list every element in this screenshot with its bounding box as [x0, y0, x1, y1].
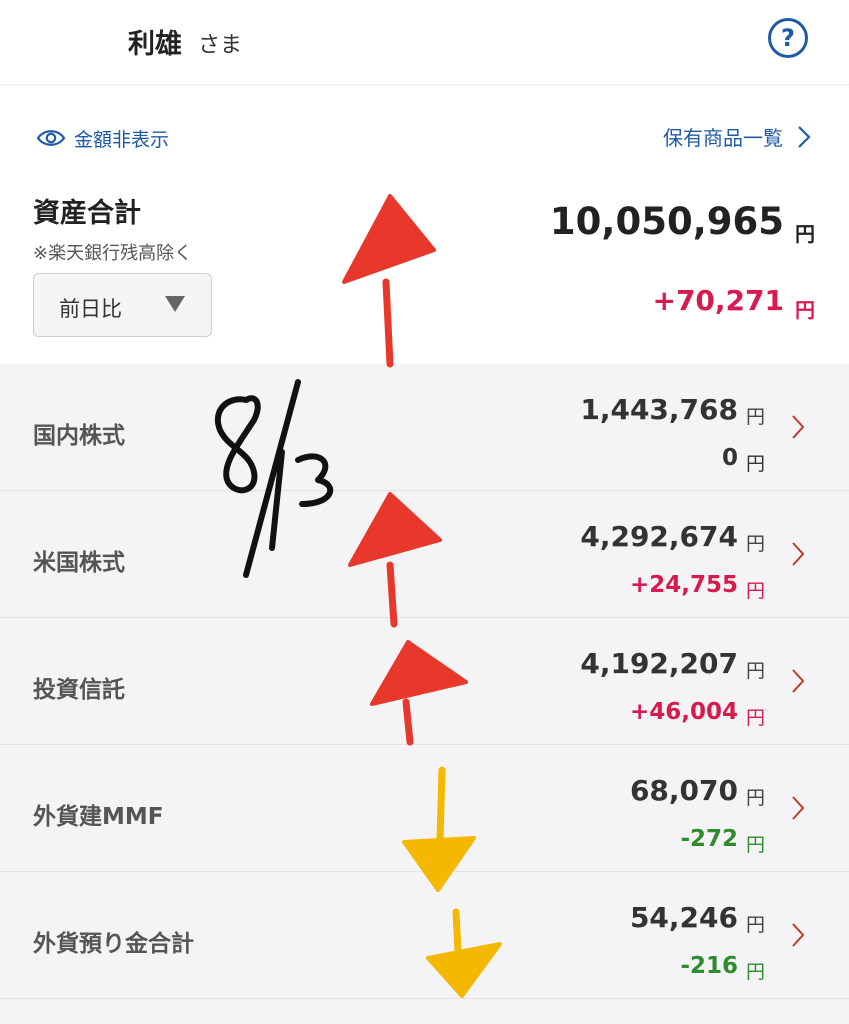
- asset-change: +24,755: [629, 572, 738, 598]
- compare-period-select[interactable]: 前日比: [33, 273, 212, 337]
- user-honorific: さま: [198, 33, 243, 58]
- asset-amount-currency: 円: [745, 406, 765, 428]
- asset-label: 外貨建MMF: [33, 804, 164, 830]
- hide-amount-toggle[interactable]: 金額非表示: [36, 124, 169, 152]
- asset-amount-currency: 円: [745, 533, 765, 555]
- asset-change: -216: [680, 953, 738, 979]
- hide-amount-label: 金額非表示: [74, 128, 170, 151]
- asset-label: 投資信託: [33, 677, 125, 703]
- holdings-list-link[interactable]: 保有商品一覧: [663, 122, 811, 151]
- app-header: 利雄 さま ?: [0, 0, 849, 85]
- asset-change-currency: 円: [745, 961, 765, 983]
- asset-change-currency: 円: [745, 453, 765, 475]
- asset-amount: 4,192,207: [580, 647, 738, 680]
- asset-amount: 4,292,674: [580, 520, 738, 553]
- asset-amount: 68,070: [629, 774, 738, 807]
- asset-list: 国内株式 1,443,768 円 0 円 米国株式 4,292,674 円 +2…: [0, 364, 849, 1024]
- chevron-right-icon: [792, 796, 805, 820]
- total-assets-currency: 円: [795, 222, 815, 246]
- asset-amount-currency: 円: [745, 914, 765, 936]
- asset-label: 米国株式: [33, 550, 125, 576]
- asset-change: +46,004: [629, 699, 738, 725]
- asset-label: 外貨預り金合計: [33, 931, 194, 957]
- total-assets-change: +70,271: [652, 284, 784, 317]
- total-assets-title: 資産合計: [33, 198, 141, 229]
- help-icon[interactable]: ?: [768, 18, 808, 58]
- chevron-right-icon: [798, 125, 811, 148]
- asset-row-domestic-stocks[interactable]: 国内株式 1,443,768 円 0 円: [0, 364, 849, 491]
- asset-amount: 54,246: [629, 901, 738, 934]
- asset-amount: 1,443,768: [580, 393, 738, 426]
- eye-icon: [36, 130, 66, 146]
- chevron-right-icon: [792, 415, 805, 439]
- chevron-right-icon: [792, 669, 805, 693]
- holdings-link-label: 保有商品一覧: [663, 126, 783, 150]
- chevron-right-icon: [792, 542, 805, 566]
- chevron-right-icon: [792, 923, 805, 947]
- asset-change: 0: [721, 445, 738, 471]
- asset-row-investment-trusts[interactable]: 投資信託 4,192,207 円 +46,004 円: [0, 618, 849, 745]
- asset-amount-currency: 円: [745, 787, 765, 809]
- asset-row-foreign-mmf[interactable]: 外貨建MMF 68,070 円 -272 円: [0, 745, 849, 872]
- asset-change: -272: [680, 826, 738, 852]
- total-assets-value: 10,050,965: [549, 200, 784, 243]
- asset-row-foreign-deposits[interactable]: 外貨預り金合計 54,246 円 -216 円: [0, 872, 849, 999]
- asset-change-currency: 円: [745, 834, 765, 856]
- total-change-currency: 円: [795, 298, 815, 322]
- asset-row-us-stocks[interactable]: 米国株式 4,292,674 円 +24,755 円: [0, 491, 849, 618]
- caret-down-icon: [165, 296, 185, 312]
- asset-amount-currency: 円: [745, 660, 765, 682]
- asset-change-currency: 円: [745, 707, 765, 729]
- arrow-up-icon: [342, 194, 436, 368]
- compare-period-value: 前日比: [59, 297, 122, 321]
- asset-label: 国内株式: [33, 423, 125, 449]
- user-name: 利雄: [128, 29, 182, 60]
- total-assets-note: ※楽天銀行残高除く: [33, 243, 193, 264]
- asset-change-currency: 円: [745, 580, 765, 602]
